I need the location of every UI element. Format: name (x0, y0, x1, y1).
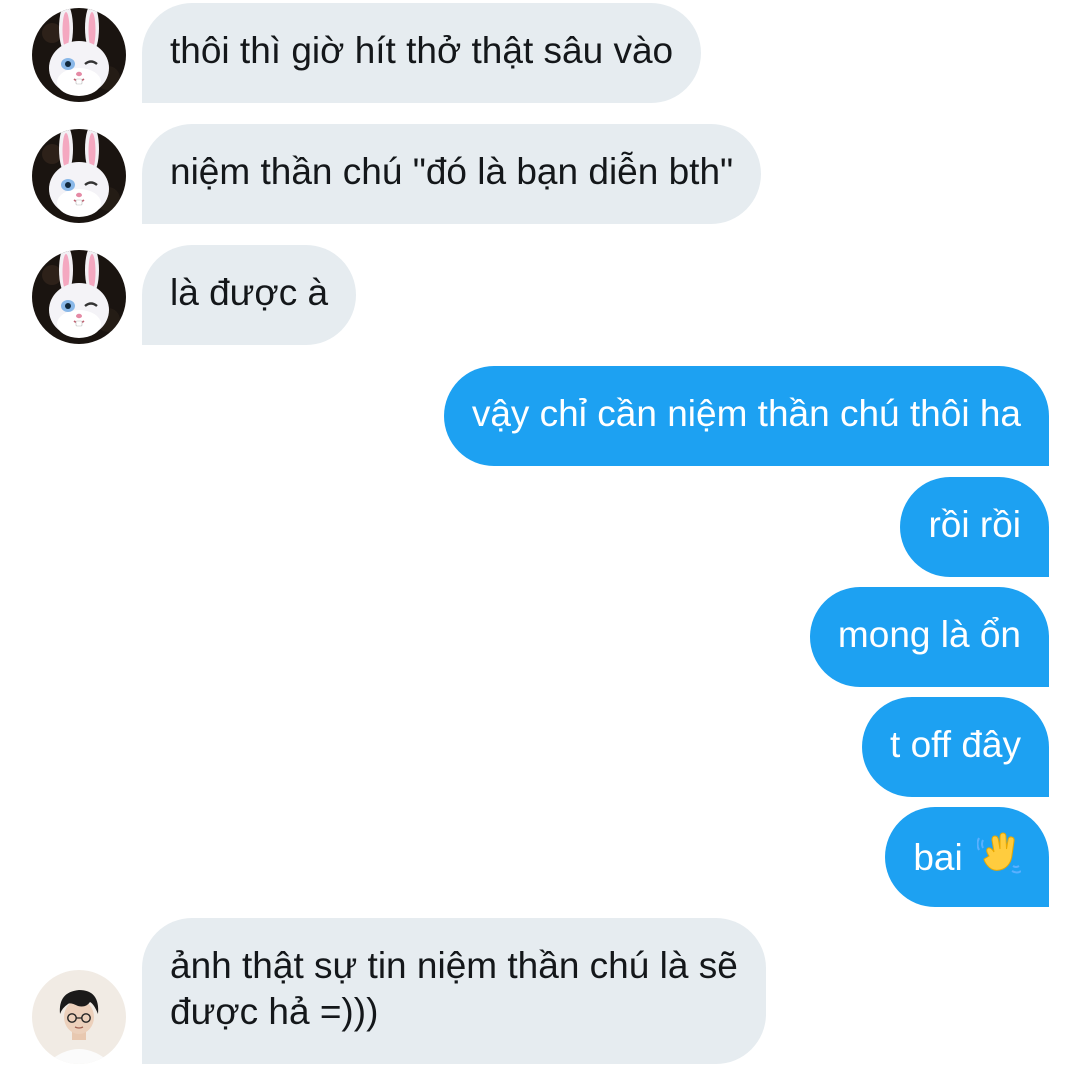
message-bubble-outgoing[interactable]: mong là ổn (809, 587, 1049, 687)
waving-hand-icon (977, 832, 1021, 876)
message-bubble-incoming[interactable]: niệm thần chú "đó là bạn diễn bth" (142, 124, 762, 224)
message-text-line: được hả =))) (170, 991, 379, 1032)
message-bubble-outgoing[interactable]: vậy chỉ cần niệm thần chú thôi ha (443, 366, 1049, 466)
message-bubble-incoming[interactable]: thôi thì giờ hít thở thật sâu vào (142, 3, 702, 103)
message-bubble-incoming[interactable]: ảnh thật sự tin niệm thần chú là sẽ được… (142, 918, 766, 1064)
message-text: thôi thì giờ hít thở thật sâu vào (170, 30, 674, 71)
bunny-avatar[interactable] (32, 250, 126, 344)
message-text: mong là ổn (837, 614, 1021, 655)
conversation-thread: thôi thì giờ hít thở thật sâu vào niệm t… (0, 0, 1080, 1079)
message-text: vậy chỉ cần niệm thần chú thôi ha (471, 393, 1021, 434)
message-text: là được à (170, 272, 329, 313)
person-avatar-image (32, 970, 126, 1064)
message-text: rồi rồi (928, 504, 1021, 545)
person-avatar[interactable] (32, 970, 126, 1064)
message-bubble-outgoing[interactable]: rồi rồi (900, 477, 1049, 577)
bunny-avatar-image (32, 8, 126, 102)
message-bubble-outgoing[interactable]: t off đây (862, 697, 1049, 797)
bunny-avatar-image (32, 250, 126, 344)
bunny-avatar[interactable] (32, 129, 126, 223)
message-text: t off đây (890, 724, 1021, 765)
message-text: niệm thần chú "đó là bạn diễn bth" (170, 151, 734, 192)
message-bubble-outgoing[interactable]: bai (885, 807, 1049, 907)
message-bubble-incoming[interactable]: là được à (142, 245, 357, 345)
message-text: bai (913, 837, 963, 878)
bunny-avatar[interactable] (32, 8, 126, 102)
message-text-line: ảnh thật sự tin niệm thần chú là sẽ (170, 945, 738, 986)
bunny-avatar-image (32, 129, 126, 223)
